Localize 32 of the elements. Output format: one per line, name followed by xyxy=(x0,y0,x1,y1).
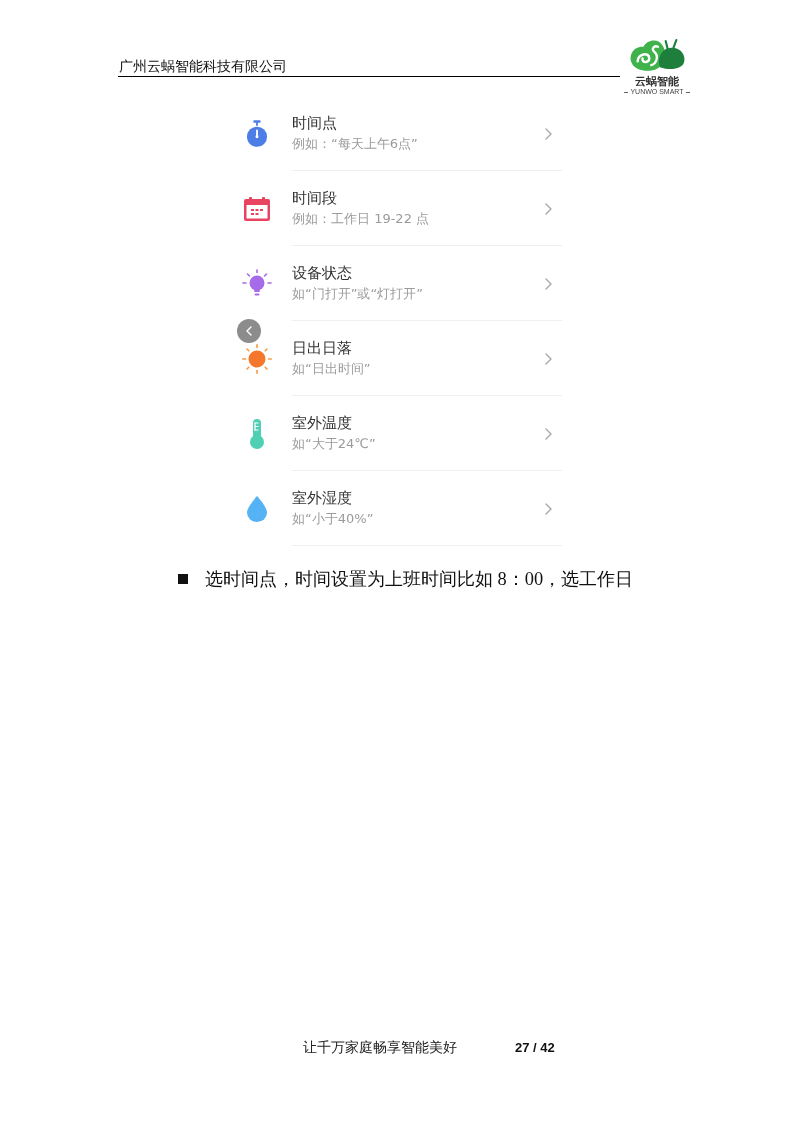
chevron-right-icon[interactable] xyxy=(545,502,552,515)
light-bulb-icon xyxy=(242,268,272,299)
footer-slogan: 让千万家庭畅享智能美好 xyxy=(303,1039,457,1057)
water-drop-icon xyxy=(247,495,267,522)
stopwatch-icon xyxy=(246,119,268,148)
sun-icon xyxy=(242,343,272,374)
chevron-right-icon[interactable] xyxy=(545,277,552,290)
condition-example: 如“大于24℃” xyxy=(292,436,376,452)
calendar-icon xyxy=(244,196,270,221)
condition-example: 例如：工作日 19-22 点 xyxy=(292,211,430,227)
condition-example: 如“日出时间” xyxy=(292,361,371,377)
condition-example: 如“门打开”或“灯打开” xyxy=(292,286,423,302)
page-number: 27 / 42 xyxy=(515,1039,555,1057)
condition-example: 例如：“每天上午6点” xyxy=(292,136,418,152)
condition-title: 日出日落 xyxy=(292,339,352,357)
chevron-left-icon xyxy=(246,326,252,336)
condition-title: 时间点 xyxy=(292,114,337,132)
condition-title: 设备状态 xyxy=(292,264,352,282)
thermometer-icon xyxy=(249,418,265,449)
instruction-text: 选时间点，时间设置为上班时间比如 8：00，选工作日 xyxy=(205,568,634,590)
chevron-right-icon[interactable] xyxy=(545,127,552,140)
condition-title: 时间段 xyxy=(292,189,337,207)
condition-example: 如“小于40%” xyxy=(292,511,374,527)
chevron-right-icon[interactable] xyxy=(545,352,552,365)
logo-text: 云蜗智能 xyxy=(635,76,679,88)
condition-title: 室外温度 xyxy=(292,414,352,432)
chevron-right-icon[interactable] xyxy=(545,427,552,440)
company-name: 广州云蜗智能科技有限公司 xyxy=(118,58,287,75)
back-button[interactable] xyxy=(237,319,261,343)
condition-title: 室外湿度 xyxy=(292,489,352,507)
chevron-right-icon[interactable] xyxy=(545,202,552,215)
bullet-square-icon xyxy=(178,574,188,584)
